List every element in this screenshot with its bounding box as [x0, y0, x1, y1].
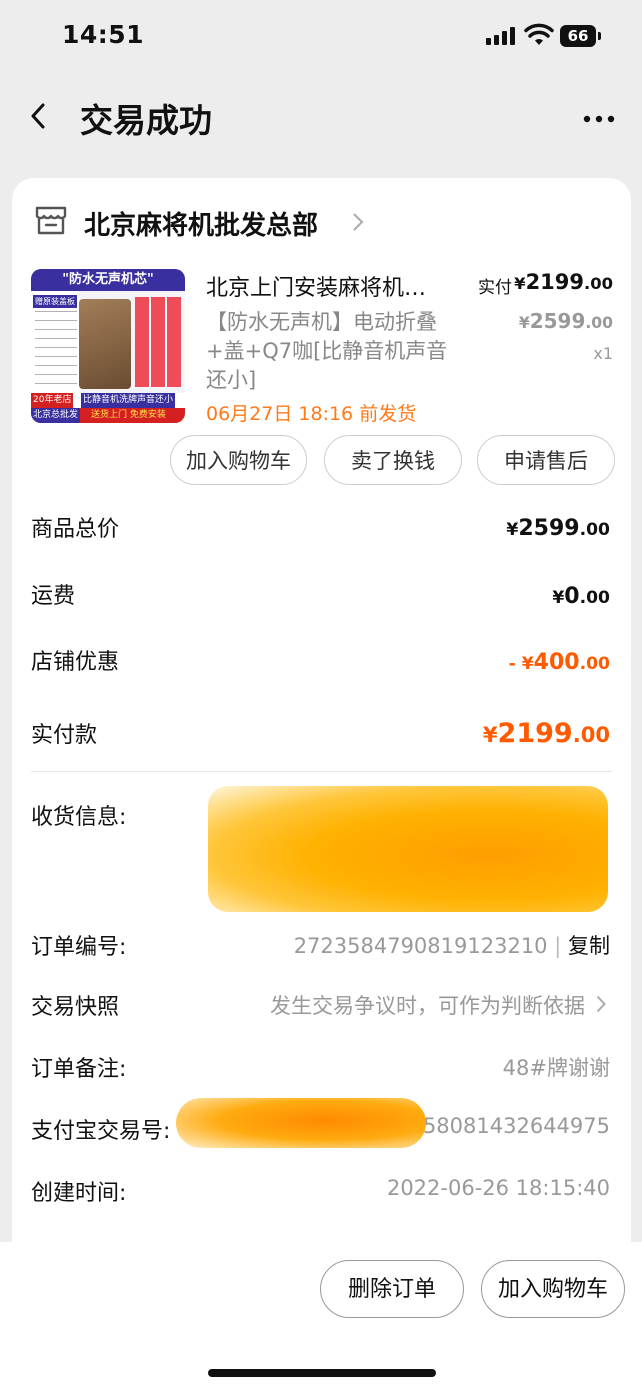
- snapshot-link[interactable]: 发生交易争议时，可作为判断依据: [270, 990, 585, 1020]
- image-footer-1: 20年老店 比静音机洗牌声音还小: [31, 393, 185, 408]
- after-sale-button[interactable]: 申请售后: [477, 435, 615, 485]
- order-card: 北京麻将机批发总部 "防水无声机芯" 赠原装盖板 20年老店 比静音机洗牌声音还…: [12, 178, 631, 1278]
- created-time-label: 创建时间:: [31, 1181, 127, 1206]
- image-footer-1-right: 比静音机洗牌声音还小: [81, 393, 176, 408]
- battery-icon: 66: [560, 25, 601, 47]
- alipay-no-label: 支付宝交易号:: [31, 1119, 171, 1144]
- page-title: 交易成功: [80, 101, 212, 140]
- battery-level: 66: [567, 27, 589, 45]
- order-number: 2723584790819123210: [293, 934, 548, 958]
- total-price-label: 商品总价: [31, 517, 120, 542]
- nav-bar: 交易成功: [0, 70, 642, 166]
- product-spec: 【防水无声机】电动折叠+盖+Q7咖[比静音机声音还小]: [206, 310, 448, 392]
- product-title[interactable]: 北京上门安装麻将机…: [206, 270, 468, 302]
- ship-deadline: 06月27日 18:16 前发货: [206, 403, 417, 425]
- store-discount-label: 店铺优惠: [31, 650, 120, 675]
- image-tag-text: 赠原装盖板: [33, 295, 77, 308]
- store-discount-value: - ¥400.00: [508, 650, 610, 675]
- add-to-cart-button[interactable]: 加入购物车: [170, 435, 307, 485]
- back-arrow-icon[interactable]: [28, 102, 48, 130]
- status-time: 14:51: [62, 20, 145, 49]
- resell-button[interactable]: 卖了换钱: [324, 435, 462, 485]
- divider: [31, 771, 612, 772]
- amount-paid-label: 实付款: [31, 723, 98, 748]
- amount-paid-value: ¥2199.00: [482, 718, 610, 749]
- image-footer-2: 北京总批发 送货上门 免费安装: [31, 408, 185, 423]
- add-to-cart-bottom-button[interactable]: 加入购物车: [481, 1260, 625, 1318]
- created-time-value: 2022-06-26 18:15:40: [386, 1176, 610, 1200]
- wifi-icon: [524, 23, 554, 45]
- order-remark-label: 订单备注:: [31, 1057, 127, 1082]
- store-name: 北京麻将机批发总部: [84, 211, 319, 241]
- redacted-alipay-prefix: [176, 1098, 426, 1148]
- store-icon: [35, 206, 67, 235]
- image-footer-2-left: 北京总批发: [31, 408, 81, 423]
- paid-price: ¥2199.00: [514, 270, 613, 294]
- original-price: ¥2599.00: [518, 309, 613, 333]
- more-options-icon[interactable]: [582, 114, 616, 124]
- shipping-value: ¥0.00: [552, 584, 610, 609]
- chevron-right-icon: [596, 995, 606, 1013]
- paid-label: 实付: [478, 278, 512, 298]
- delete-order-button[interactable]: 删除订单: [320, 1260, 464, 1318]
- shipping-label: 运费: [31, 584, 76, 609]
- image-mahjong-table: [79, 299, 131, 389]
- home-indicator: [208, 1369, 436, 1377]
- quantity: x1: [593, 344, 613, 363]
- image-feature-list: [35, 311, 77, 391]
- shipping-info-label: 收货信息:: [31, 805, 127, 830]
- order-number-label: 订单编号:: [31, 935, 127, 960]
- status-bar: 14:51 66: [0, 0, 642, 70]
- order-number-row: 2723584790819123210 | 复制: [293, 934, 610, 958]
- snapshot-label: 交易快照: [31, 995, 120, 1020]
- bottom-action-bar: 删除订单 加入购物车: [0, 1242, 642, 1389]
- copy-button[interactable]: 复制: [568, 934, 610, 958]
- image-footer-2-right: 送货上门 免费安装: [91, 410, 166, 420]
- image-accessory-grid: [135, 297, 183, 387]
- image-footer-1-left: 20年老店: [31, 393, 74, 408]
- total-price-value: ¥2599.00: [506, 516, 610, 541]
- cellular-signal-icon: [486, 27, 515, 45]
- image-header-text: "防水无声机芯": [31, 269, 185, 291]
- chevron-right-icon: [353, 213, 364, 231]
- product-image[interactable]: "防水无声机芯" 赠原装盖板 20年老店 比静音机洗牌声音还小 北京总批发 送货…: [31, 269, 185, 423]
- redacted-address: [208, 786, 608, 912]
- store-header[interactable]: 北京麻将机批发总部: [12, 196, 631, 248]
- order-remark-value: 48#牌谢谢: [502, 1056, 610, 1080]
